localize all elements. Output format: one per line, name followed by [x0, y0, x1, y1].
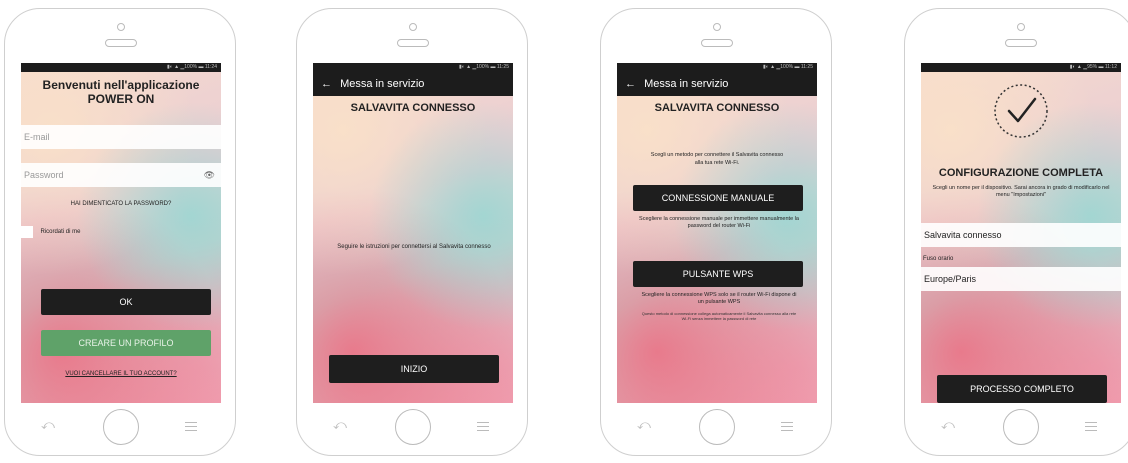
back-nav-icon[interactable]: ⤺	[941, 417, 955, 433]
create-profile-button[interactable]: CREARE UN PROFILO	[41, 330, 211, 356]
back-nav-icon[interactable]: ⤺	[333, 417, 347, 433]
status-bar: ▮◐ ▲ ▁100% ▬ 11:25	[617, 63, 817, 72]
phone-frame-login: ▮◐ ▲ ▁100% ▬ 11:24 Benvenuti nell'applic…	[4, 8, 236, 456]
app-bar: ← Messa in servizio	[313, 72, 513, 96]
menu-nav-icon[interactable]	[477, 422, 489, 431]
menu-nav-icon[interactable]	[1085, 422, 1097, 431]
ok-button[interactable]: OK	[41, 289, 211, 315]
choose-method-text: Scegli un metodo per connettere il Salva…	[650, 152, 784, 166]
status-bar: ▮◐ ▲ ▁100% ▬ 11:25	[313, 63, 513, 72]
wps-button[interactable]: PULSANTE WPS	[633, 261, 803, 287]
check-circle-icon	[994, 84, 1048, 138]
finish-button[interactable]: PROCESSO COMPLETO	[937, 375, 1107, 403]
page-title: SALVAVITA CONNESSO	[654, 102, 780, 114]
home-button[interactable]	[699, 409, 735, 445]
delete-account-link[interactable]: VUOI CANCELLARE IL TUO ACCOUNT?	[21, 371, 221, 377]
camera-icon	[713, 23, 721, 31]
eye-icon[interactable]: 👁	[204, 163, 215, 187]
login-screen: ▮◐ ▲ ▁100% ▬ 11:24 Benvenuti nell'applic…	[21, 63, 221, 403]
speaker-grille	[1005, 39, 1037, 47]
timezone-label: Fuso orario	[923, 256, 954, 262]
menu-nav-icon[interactable]	[781, 422, 793, 431]
start-button[interactable]: INIZIO	[329, 355, 499, 383]
wps-description: Scegliere la connessione WPS solo se il …	[641, 292, 797, 305]
speaker-grille	[397, 39, 429, 47]
home-button[interactable]	[103, 409, 139, 445]
back-arrow-icon[interactable]: ←	[625, 72, 641, 96]
manual-connection-description: Scegliere la connessione manuale per imm…	[639, 216, 799, 229]
status-bar: ▮◐ ▲ ▁95% ▬ 11:12	[921, 63, 1121, 72]
password-placeholder: Password	[24, 170, 64, 180]
email-field[interactable]: E-mail	[21, 125, 221, 149]
remember-me[interactable]: Ricordati di me	[21, 223, 81, 238]
phone-frame-connection-method: ▮◐ ▲ ▁100% ▬ 11:25 ← Messa in servizio S…	[600, 8, 832, 456]
back-nav-icon[interactable]: ⤺	[637, 417, 651, 433]
page-title: Benvenuti nell'applicazione POWER ON	[42, 78, 200, 106]
forgot-password-link[interactable]: HAI DIMENTICATO LA PASSWORD?	[21, 201, 221, 207]
setup-complete-screen: ▮◐ ▲ ▁95% ▬ 11:12 CONFIGURAZIONE COMPLET…	[921, 63, 1121, 403]
connection-method-screen: ▮◐ ▲ ▁100% ▬ 11:25 ← Messa in servizio S…	[617, 63, 817, 403]
app-bar-title: Messa in servizio	[644, 78, 729, 90]
home-button[interactable]	[395, 409, 431, 445]
camera-icon	[117, 23, 125, 31]
menu-nav-icon[interactable]	[185, 422, 197, 431]
page-title: CONFIGURAZIONE COMPLETA	[938, 167, 1104, 179]
phone-frame-commissioning: ▮◐ ▲ ▁100% ▬ 11:25 ← Messa in servizio S…	[296, 8, 528, 456]
page-title: SALVAVITA CONNESSO	[350, 102, 476, 114]
app-bar-title: Messa in servizio	[340, 78, 425, 90]
camera-icon	[1017, 23, 1025, 31]
speaker-grille	[701, 39, 733, 47]
phone-frame-setup-complete: ▮◐ ▲ ▁95% ▬ 11:12 CONFIGURAZIONE COMPLET…	[904, 8, 1128, 456]
commissioning-screen: ▮◐ ▲ ▁100% ▬ 11:25 ← Messa in servizio S…	[313, 63, 513, 403]
app-bar: ← Messa in servizio	[617, 72, 817, 96]
camera-icon	[409, 23, 417, 31]
device-name-field[interactable]: Salvavita connesso	[921, 223, 1121, 247]
home-button[interactable]	[1003, 409, 1039, 445]
manual-connection-button[interactable]: CONNESSIONE MANUALE	[633, 185, 803, 211]
instructions-text: Seguire le istruzioni per connettersi al…	[337, 244, 491, 250]
remember-label: Ricordati di me	[40, 228, 81, 235]
speaker-grille	[105, 39, 137, 47]
subtitle-text: Scegli un nome per il dispositivo. Sarai…	[932, 185, 1110, 198]
back-nav-icon[interactable]: ⤺	[41, 417, 55, 433]
wps-note: Questo metodo di connessione collega aut…	[641, 311, 797, 321]
password-field[interactable]: Password 👁	[21, 163, 221, 187]
back-arrow-icon[interactable]: ←	[321, 72, 337, 96]
status-bar: ▮◐ ▲ ▁100% ▬ 11:24	[21, 63, 221, 72]
remember-checkbox[interactable]	[21, 225, 33, 238]
timezone-field[interactable]: Europe/Paris	[921, 267, 1121, 291]
